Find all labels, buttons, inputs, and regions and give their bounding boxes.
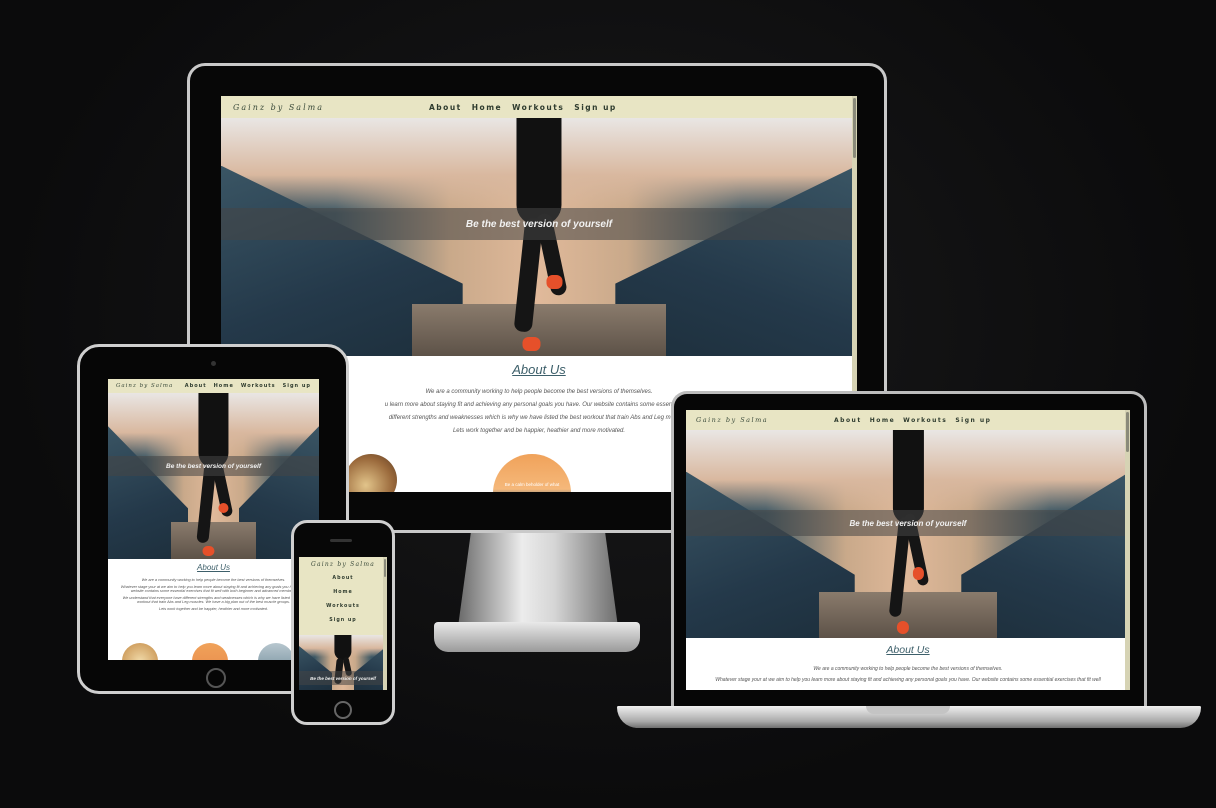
- phone-home-button[interactable]: [334, 701, 352, 719]
- nav-workouts[interactable]: Workouts: [512, 103, 564, 112]
- tablet-screen: Gainz by Salma About Home Workouts Sign …: [108, 379, 319, 660]
- phone-tagline-band: Be the best version of yourself: [299, 671, 387, 685]
- tablet-nav-about[interactable]: About: [185, 383, 207, 389]
- laptop-nav-signup[interactable]: Sign up: [955, 417, 991, 424]
- phone-navbar: Gainz by Salma About Home Workouts Sign …: [299, 557, 387, 635]
- tablet-about-p2: Whatever stage your at we aim to help yo…: [120, 585, 307, 593]
- tablet-about-p4: Lets work together and be happier, heath…: [159, 607, 268, 611]
- nav-signup[interactable]: Sign up: [574, 103, 617, 112]
- phone-speaker: [330, 539, 352, 542]
- laptop-hero-tagline: Be the best version of yourself: [849, 518, 967, 528]
- laptop-notch: [866, 706, 950, 714]
- nav-about[interactable]: About: [429, 103, 462, 112]
- tablet-about-p1: We are a community working to help peopl…: [141, 578, 286, 582]
- laptop-about-title: About Us: [886, 644, 930, 656]
- tablet-home-button[interactable]: [206, 668, 226, 688]
- tablet-about-title: About Us: [197, 563, 230, 572]
- laptop-about-section: About Us We are a community working to h…: [686, 644, 1130, 683]
- tablet-circle-2: [192, 643, 228, 660]
- circle-image-2: Be a calm beholder of what: [493, 454, 571, 492]
- hero-image: Be the best version of yourself: [221, 118, 857, 356]
- laptop-nav-menu: About Home Workouts Sign up: [834, 417, 991, 424]
- tablet-navbar: Gainz by Salma About Home Workouts Sign …: [108, 379, 319, 393]
- phone-nav-signup[interactable]: Sign up: [299, 618, 387, 623]
- brand-logo[interactable]: Gainz by Salma: [233, 103, 324, 112]
- phone-hero-image: Be the best version of yourself: [299, 635, 387, 690]
- tablet-circle-1: [122, 643, 158, 660]
- tablet-circle-3: [258, 643, 294, 660]
- laptop-scrollbar[interactable]: [1125, 410, 1130, 690]
- hero-tagline: Be the best version of yourself: [465, 218, 613, 230]
- monitor-stand-foot: [434, 622, 640, 652]
- hero-tagline-band: Be the best version of yourself: [221, 208, 857, 240]
- tablet-brand-logo[interactable]: Gainz by Salma: [116, 383, 173, 389]
- navbar: Gainz by Salma About Home Workouts Sign …: [221, 96, 857, 118]
- circle-caption: Be a calm beholder of what: [504, 482, 560, 487]
- tablet-hero-tagline: Be the best version of yourself: [166, 462, 261, 470]
- laptop-tagline-band: Be the best version of yourself: [686, 510, 1130, 536]
- phone-screen: Gainz by Salma About Home Workouts Sign …: [299, 557, 387, 690]
- laptop-about-p1: We are a community working to help peopl…: [813, 666, 1003, 672]
- phone-scrollbar[interactable]: [383, 557, 387, 690]
- phone-brand-logo[interactable]: Gainz by Salma: [299, 557, 387, 568]
- phone-nav-home[interactable]: Home: [299, 590, 387, 595]
- laptop-nav-workouts[interactable]: Workouts: [903, 417, 947, 424]
- laptop-brand-logo[interactable]: Gainz by Salma: [696, 416, 768, 424]
- tablet-nav-workouts[interactable]: Workouts: [241, 383, 276, 389]
- tablet-nav-menu: About Home Workouts Sign up: [185, 383, 311, 389]
- nav-home[interactable]: Home: [472, 103, 502, 112]
- monitor-stand-neck: [458, 533, 618, 627]
- tablet-nav-signup[interactable]: Sign up: [283, 383, 311, 389]
- tablet-about-section: About Us We are a community working to h…: [108, 563, 319, 611]
- tablet-tagline-band: Be the best version of yourself: [108, 456, 319, 476]
- tablet-nav-home[interactable]: Home: [214, 383, 234, 389]
- phone-nav-about[interactable]: About: [299, 576, 387, 581]
- laptop-nav-about[interactable]: About: [834, 417, 862, 424]
- phone-hero-tagline: Be the best version of yourself: [310, 675, 376, 681]
- phone-nav-workouts[interactable]: Workouts: [299, 604, 387, 609]
- laptop-hero-image: Be the best version of yourself: [686, 430, 1130, 638]
- laptop-nav-home[interactable]: Home: [870, 417, 895, 424]
- laptop-navbar: Gainz by Salma About Home Workouts Sign …: [686, 410, 1130, 430]
- tablet-about-p3: We understand that everyone have differe…: [122, 596, 305, 604]
- tablet-runner-figure: [184, 393, 243, 559]
- tablet-camera: [211, 361, 216, 366]
- nav-menu: About Home Workouts Sign up: [429, 103, 617, 112]
- tablet-hero-image: Be the best version of yourself: [108, 393, 319, 559]
- laptop-screen: Gainz by Salma About Home Workouts Sign …: [686, 410, 1130, 690]
- circle-image-1: [345, 454, 397, 492]
- laptop-about-p2: Whatever stage your at we aim to help yo…: [715, 677, 1101, 683]
